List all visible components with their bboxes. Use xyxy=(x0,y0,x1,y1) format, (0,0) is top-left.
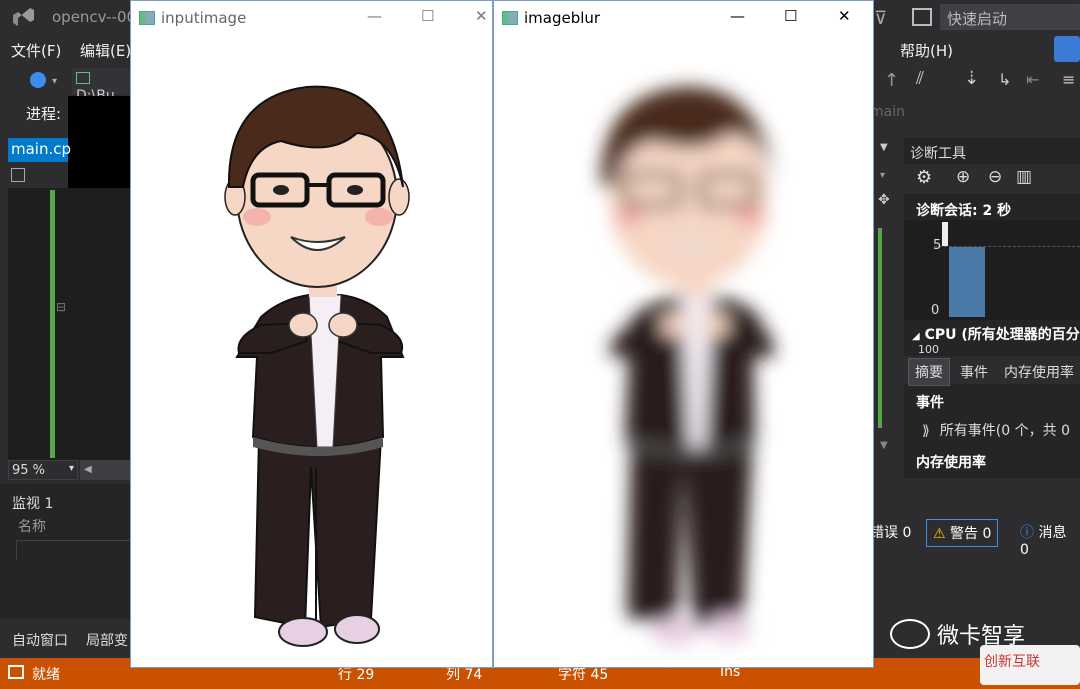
chevron-down-icon: ▼ xyxy=(880,440,888,451)
menu-edit[interactable]: 编辑(E) xyxy=(80,40,131,61)
scroll-marker xyxy=(878,228,882,428)
diagnostics-tabs: 摘要 事件 内存使用率 xyxy=(904,356,1080,386)
timeline-marker[interactable] xyxy=(942,222,948,246)
chevron-down-icon: ▾ xyxy=(880,170,886,181)
arrow-up-icon[interactable]: ↑ xyxy=(884,70,899,91)
indent-icon[interactable]: ↳ xyxy=(998,70,1011,89)
status-ready: 就绪 xyxy=(32,667,60,683)
close-button[interactable]: ✕ xyxy=(838,7,851,25)
minimize-button[interactable]: — xyxy=(367,7,382,25)
watch-header[interactable]: 监视 1 xyxy=(8,490,134,514)
process-label: 进程: xyxy=(26,105,62,123)
cpu-tick-100: 100 xyxy=(918,343,939,353)
project-icon xyxy=(11,168,25,182)
tab-main-cpp[interactable]: main.cp xyxy=(8,138,71,162)
tab-memory[interactable]: 内存使用率 xyxy=(1004,362,1074,382)
feedback-icon[interactable] xyxy=(912,8,932,26)
cpu-label-text: CPU (所有处理器的百分 xyxy=(924,327,1080,343)
horizontal-scrollbar[interactable]: ◀ xyxy=(80,460,132,480)
change-indicator xyxy=(50,190,55,458)
collapse-icon[interactable]: ⊟ xyxy=(56,300,66,314)
wechat-icon xyxy=(890,619,930,649)
back-icon[interactable] xyxy=(30,72,46,88)
live-share-icon[interactable] xyxy=(1054,36,1080,62)
path-box[interactable]: D:\Bu xyxy=(72,68,132,104)
brand-logo-text: 创新互联 xyxy=(984,654,1040,670)
imageblur-window: imageblur — ☐ ✕ xyxy=(493,0,874,668)
tab-summary[interactable]: 摘要 xyxy=(908,358,950,386)
blurred-character-image xyxy=(600,86,775,646)
quick-launch-input[interactable]: 快速启动 xyxy=(940,4,1080,30)
chevron-down-icon: ▾ xyxy=(68,463,74,474)
zoom-selector[interactable]: 95 % ▾ xyxy=(8,460,78,480)
status-icon xyxy=(8,665,24,679)
events-header: 事件 xyxy=(916,395,944,411)
imageblur-canvas[interactable] xyxy=(494,37,873,667)
graph-tick-5: 5 xyxy=(933,238,942,253)
code-editor[interactable] xyxy=(8,188,130,460)
inputimage-canvas[interactable] xyxy=(131,37,492,667)
events-summary[interactable]: ⟫ 所有事件(0 个，共 0 xyxy=(916,420,1070,440)
warning-icon: ⚠ xyxy=(933,526,946,542)
inputimage-titlebar[interactable]: inputimage — ☐ ✕ xyxy=(131,1,492,37)
inputimage-title: inputimage xyxy=(161,9,247,27)
watch-column-name: 名称 xyxy=(18,519,46,535)
chart-icon[interactable]: ▥ xyxy=(1016,167,1032,187)
split-icon: ✥ xyxy=(878,192,890,208)
gear-icon[interactable]: ⚙ xyxy=(916,167,932,188)
step-icon[interactable]: ⇣ xyxy=(964,68,979,89)
watch-row[interactable] xyxy=(16,540,132,560)
visual-studio-logo-icon xyxy=(13,8,34,26)
error-list-bar: 错误 0 ⚠ 警告 0 ⓘ 消息 0 xyxy=(870,516,1080,558)
diagnostics-session: 诊断会话: 2 秒 xyxy=(916,203,1012,219)
info-icon: ⓘ xyxy=(1020,525,1034,541)
tab-locals[interactable]: 局部变 xyxy=(86,630,128,650)
window-title: opencv--00 xyxy=(52,8,137,26)
imageblur-titlebar[interactable]: imageblur — ☐ ✕ xyxy=(494,1,873,37)
list-icon[interactable]: ≡ xyxy=(1062,70,1075,89)
zoom-out-icon[interactable]: ⊖ xyxy=(988,167,1002,187)
opencv-window-icon xyxy=(139,11,155,25)
graph-zero-label: 0 xyxy=(931,303,940,318)
events-icon: ⟫ xyxy=(922,423,930,439)
cartoon-character-image xyxy=(224,85,410,647)
filter-icon[interactable]: ⊽ xyxy=(874,8,887,29)
tab-events[interactable]: 事件 xyxy=(960,362,988,382)
inputimage-window: inputimage — ☐ ✕ xyxy=(130,0,493,668)
warnings-button[interactable]: ⚠ 警告 0 xyxy=(926,519,999,547)
tab-project[interactable]: open xyxy=(8,164,68,202)
warnings-label: 警告 0 xyxy=(950,526,992,542)
brand-logo: 创新互联 xyxy=(980,645,1080,685)
diagnostics-title: 诊断工具 xyxy=(910,146,966,162)
memory-header: 内存使用率 xyxy=(916,455,986,471)
imageblur-title: imageblur xyxy=(524,9,601,27)
memory-bar xyxy=(949,247,985,317)
menu-file[interactable]: 文件(F) xyxy=(11,40,61,61)
minimize-button[interactable]: — xyxy=(730,7,745,25)
maximize-button[interactable]: ☐ xyxy=(421,7,434,25)
editor-vertical-scrollbar[interactable]: ▼ ▾ ✥ ▼ xyxy=(874,138,896,458)
zoom-value: 95 % xyxy=(12,463,46,478)
messages-button[interactable]: ⓘ 消息 0 xyxy=(1014,519,1080,558)
opencv-window-icon xyxy=(502,11,518,25)
diagnostics-toolbar: ⚙ ⊕ ⊖ ▥ xyxy=(904,164,1080,194)
events-summary-text: 所有事件(0 个，共 0 xyxy=(939,423,1070,439)
tab-autos[interactable]: 自动窗口 xyxy=(12,630,68,650)
outdent-icon[interactable]: ⇤ xyxy=(1026,70,1039,89)
close-button[interactable]: ✕ xyxy=(475,7,488,25)
menu-help[interactable]: 帮助(H) xyxy=(900,40,953,61)
chevron-down-icon[interactable]: ▾ xyxy=(52,76,57,87)
cpu-label[interactable]: ◢ CPU (所有处理器的百分 xyxy=(912,324,1080,344)
zoom-in-icon[interactable]: ⊕ xyxy=(956,167,970,187)
branch-label: main xyxy=(870,104,905,120)
chevron-down-icon: ▼ xyxy=(880,142,888,153)
format-icon[interactable]: ⫽ xyxy=(916,68,924,89)
maximize-button[interactable]: ☐ xyxy=(784,7,797,25)
